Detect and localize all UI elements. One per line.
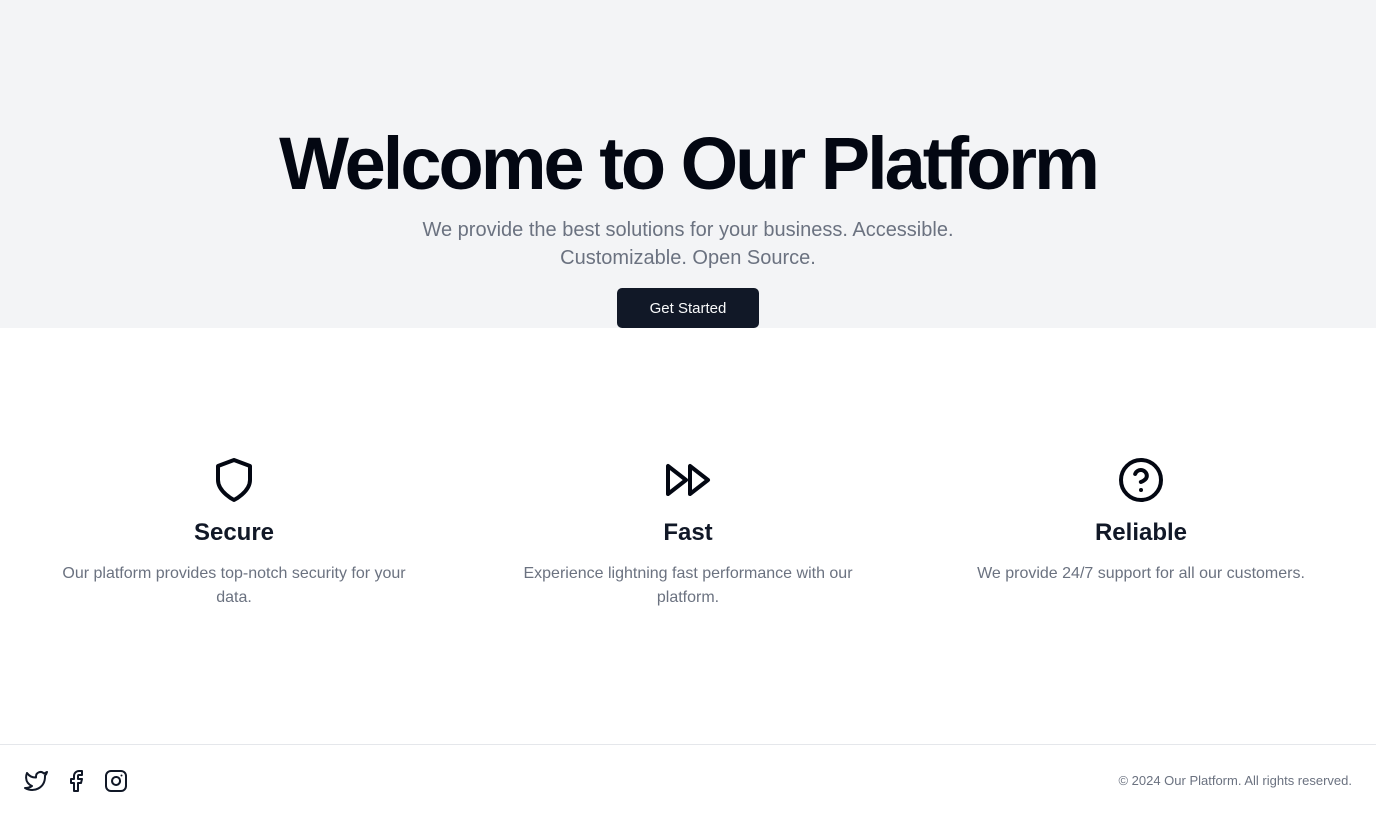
- instagram-icon[interactable]: [104, 769, 128, 793]
- hero-title: Welcome to Our Platform: [279, 122, 1100, 205]
- facebook-icon[interactable]: [64, 769, 88, 793]
- shield-icon: [216, 458, 252, 502]
- feature-secure: Secure Our platform provides top-notch s…: [24, 456, 444, 610]
- feature-title: Fast: [663, 519, 713, 546]
- feature-title: Secure: [193, 519, 275, 546]
- hero-subtitle: We provide the best solutions for your b…: [422, 219, 954, 269]
- feature-description: We provide 24/7 support for all our cust…: [977, 565, 1305, 582]
- get-started-button[interactable]: Get Started: [617, 288, 759, 328]
- feature-description: Experience lightning fast performance wi…: [523, 565, 853, 606]
- fast-forward-icon: [666, 464, 710, 496]
- feature-fast: Fast Experience lightning fast performan…: [478, 456, 898, 610]
- hero-section: Welcome to Our Platform We provide the b…: [0, 0, 1376, 328]
- feature-description: Our platform provides top-notch security…: [62, 565, 406, 606]
- social-links: [24, 769, 128, 793]
- feature-reliable: Reliable We provide 24/7 support for all…: [931, 456, 1351, 586]
- twitter-icon[interactable]: [24, 769, 48, 793]
- help-circle-icon: [1119, 458, 1163, 502]
- feature-title: Reliable: [1094, 519, 1188, 546]
- copyright-text: © 2024 Our Platform. All rights reserved…: [1118, 773, 1352, 788]
- features-section: Secure Our platform provides top-notch s…: [0, 456, 1376, 626]
- footer: © 2024 Our Platform. All rights reserved…: [0, 744, 1376, 817]
